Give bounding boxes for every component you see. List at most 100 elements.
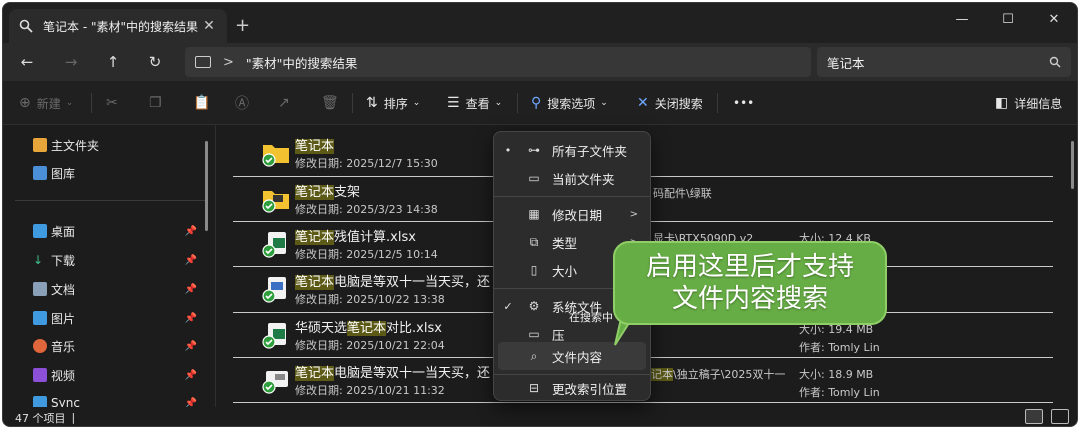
document-file-icon [262,371,288,394]
address-box[interactable]: > "素材"中的搜索结果 [185,47,811,77]
sidebar-item-gallery[interactable]: 图库 [33,161,203,185]
toolbar-divider [517,93,518,113]
sort-button[interactable]: ⇅ 排序 ⌄ [366,81,420,125]
pin-icon[interactable]: 📌 [185,313,197,324]
sidebar-item-documents[interactable]: 文档 📌 [33,277,203,301]
sidebar-item-pictures[interactable]: 图片 📌 [33,306,203,330]
tab-close-icon[interactable]: ✕ [201,18,217,34]
details-view-icon[interactable] [1025,409,1043,424]
copy-icon: ❐ [149,95,162,111]
file-name-highlight: 笔记本 [295,275,335,290]
close-window-button[interactable]: ✕ [1031,3,1077,35]
copy-button[interactable]: ❐ [149,81,168,125]
folder-image-icon [262,191,289,213]
sidebar-item-music[interactable]: 音乐 📌 [33,334,203,358]
search-input[interactable]: 笔记本 [827,53,1049,72]
details-pane-button[interactable]: ◧ 详细信息 [995,81,1062,125]
sidebar-item-label: 图库 [51,166,76,181]
menu-item-label: 类型 [552,235,578,251]
sidebar-item-desktop[interactable]: 桌面 📌 [33,219,203,243]
menu-item-all-subfolders[interactable]: • ⊶ 所有子文件夹 [498,136,646,164]
tiles-view-icon[interactable] [1051,409,1069,424]
tab-bar: 笔记本 - "素材"中的搜索结果 ✕ + — ☐ ✕ [3,3,1077,43]
back-button[interactable]: ← [15,51,39,73]
search-options-button[interactable]: ⚲ 搜索选项 ⌄ [531,81,608,125]
sidebar-item-videos[interactable]: 视频 📌 [33,363,203,387]
delete-button[interactable]: 🗑 [321,81,345,125]
share-icon: ↗ [278,95,290,111]
paste-button[interactable]: 📋 [193,81,216,125]
pin-icon[interactable]: 📌 [185,284,197,295]
document-file-icon [262,277,286,303]
menu-item-date-modified[interactable]: ▦ 修改日期 > [498,200,646,228]
window-controls: — ☐ ✕ [939,3,1077,35]
menu-item-current-folder[interactable]: ▭ 当前文件夹 [498,164,646,192]
sidebar-item-label: 文档 [51,282,76,297]
chevron-down-icon: ⌄ [600,98,608,108]
sidebar-item-downloads[interactable]: ↓ 下载 📌 [33,248,203,272]
pin-icon[interactable]: 📌 [185,370,197,381]
type-icon: ⧉ [529,234,539,249]
sidebar-item-home[interactable]: 主文件夹 [33,133,203,157]
more-options-button[interactable]: ••• [733,81,754,125]
file-name-highlight: 笔记本 [295,366,335,381]
pin-icon[interactable]: 📌 [185,341,197,352]
folder-icon [262,145,289,167]
gallery-icon [33,166,47,180]
sidebar-scrollbar[interactable] [205,141,208,231]
view-label: 查看 [465,96,490,111]
chevron-down-icon: ⌄ [65,98,74,108]
pin-icon[interactable]: 📌 [185,226,197,237]
search-options-icon: ⚲ [531,95,542,111]
file-name-prefix: 华硕天选 [295,321,348,336]
sidebar-item-label: 视频 [51,368,76,383]
sidebar-item-label: 主文件夹 [51,138,100,153]
callout-line-1: 启用这里后才支持 [645,252,854,282]
file-author: 作者: Tomly Lin [799,386,880,399]
pictures-icon [33,311,47,325]
forward-button[interactable]: → [59,51,83,73]
maximize-button[interactable]: ☐ [985,3,1031,35]
view-button[interactable]: ☰ 查看 ⌄ [447,81,502,125]
file-path: 码配件\绿联 [653,187,712,200]
search-box[interactable]: 笔记本 [817,47,1071,77]
tab-title: 笔记本 - "素材"中的搜索结果 [43,19,198,34]
calendar-icon: ▦ [528,207,540,221]
close-search-label: 关闭搜索 [654,96,703,111]
new-tab-button[interactable]: + [235,15,250,36]
menu-item-label: 所有子文件夹 [552,143,628,159]
file-list-scrollbar[interactable] [1071,141,1074,189]
view-list-icon: ☰ [447,95,460,111]
file-modified-date: 修改日期: 2025/12/5 10:14 [295,248,438,261]
toolbar-divider [91,93,92,113]
file-modified-date: 修改日期: 2025/10/22 13:38 [295,293,445,306]
pin-icon[interactable]: 📌 [185,255,197,266]
computer-icon [195,56,211,68]
menu-item-change-index-locations[interactable]: ⊟ 更改索引位置 [498,374,646,402]
refresh-button[interactable]: ↻ [143,51,167,73]
chevron-down-icon: ⌄ [494,98,503,108]
close-search-button[interactable]: ✕ 关闭搜索 [637,81,703,125]
folder-outline-icon: ▭ [528,171,540,185]
row-divider [233,402,1053,403]
share-button[interactable]: ↗ [278,81,296,125]
cut-button[interactable]: ✂ [106,81,124,125]
rename-icon: Ⓐ [235,96,249,112]
rename-button[interactable]: Ⓐ [235,81,255,125]
explorer-window: 笔记本 - "素材"中的搜索结果 ✕ + — ☐ ✕ ← → ↑ ↻ > "素材… [2,2,1078,427]
up-button[interactable]: ↑ [101,51,125,73]
new-button[interactable]: ⊕ 新建 ⌄ [19,81,73,125]
breadcrumb[interactable]: "素材"中的搜索结果 [246,53,358,72]
more-icon: ••• [733,96,755,110]
menu-item-label: 更改索引位置 [552,381,628,397]
minimize-button[interactable]: — [939,3,985,35]
document-icon [33,282,47,296]
annotation-callout: 启用这里后才支持 文件内容搜索 [613,241,887,325]
file-path-highlight: 记本 [651,368,673,381]
excel-file-icon [262,232,286,258]
file-name: 支架 [334,185,361,200]
sidebar-divider [15,200,205,201]
toolbar-divider [352,93,353,113]
chevron-down-icon: ⌄ [412,98,421,108]
tab-search-results[interactable]: 笔记本 - "素材"中的搜索结果 ✕ [9,9,227,43]
